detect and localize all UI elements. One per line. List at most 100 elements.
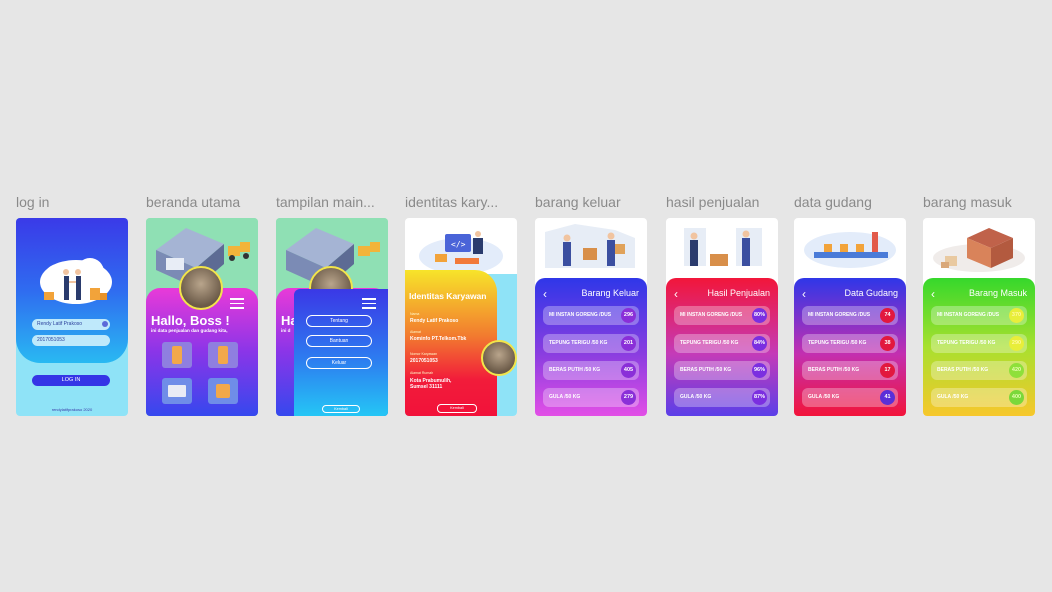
frame-label-login: log in xyxy=(16,194,50,210)
item-label: MI INSTAN GORENG /DUS xyxy=(680,312,743,318)
item-value-badge: 400 xyxy=(1009,390,1024,405)
item-label: TEPUNG TERIGU /50 KG xyxy=(680,340,739,346)
handshake-illustration xyxy=(40,258,112,304)
login-screen: Rendy Latif Prakoso 2017051053 LOG IN re… xyxy=(16,218,128,416)
item-label: BERAS PUTIH /50 KG xyxy=(808,367,860,373)
list-item[interactable]: BERAS PUTIH /50 KG 405 xyxy=(543,361,639,380)
list-item[interactable]: GULA /50 KG 400 xyxy=(931,388,1027,407)
gudang-panel: ‹ Data Gudang MI INSTAN GORENG /DUS 74 TE… xyxy=(794,278,906,416)
item-value-badge: 201 xyxy=(621,336,636,351)
frame-label-menu: tampilan main... xyxy=(276,194,375,210)
item-label: BERAS PUTIH /50 KG xyxy=(680,367,732,373)
item-label: MI INSTAN GORENG /DUS xyxy=(808,312,871,318)
list-item[interactable]: TEPUNG TERIGU /50 KG 201 xyxy=(543,334,639,353)
item-label: MI INSTAN GORENG /DUS xyxy=(549,312,612,318)
menu-item-tentang[interactable]: Tentang xyxy=(306,315,372,327)
item-label: TEPUNG TERIGU /50 KG xyxy=(549,340,608,346)
item-value-badge: 38 xyxy=(880,336,895,351)
masuk-panel: ‹ Barang Masuk MI INSTAN GORENG /DUS 370 … xyxy=(923,278,1035,416)
item-value-badge: 74 xyxy=(880,308,895,323)
frame-label-keluar: barang keluar xyxy=(535,194,621,210)
menu-tile-penjualan[interactable] xyxy=(208,342,238,368)
item-value-badge: 420 xyxy=(1009,363,1024,378)
login-button[interactable]: LOG IN xyxy=(32,375,110,386)
field-label-nama: Nama xyxy=(410,312,420,316)
item-value-badge: 17 xyxy=(880,363,895,378)
item-value-badge: 296 xyxy=(621,308,636,323)
item-label: GULA /50 KG xyxy=(680,394,712,400)
penjualan-title: Hasil Penjualan xyxy=(707,288,770,298)
frame-label-beranda: beranda utama xyxy=(146,194,241,210)
back-arrow-icon[interactable]: ‹ xyxy=(931,287,935,301)
greeting-subtitle: ini data penjualan dan gudang kita, xyxy=(151,328,228,333)
developer-illustration: </> xyxy=(419,231,503,274)
menu-item-bantuan[interactable]: Bantuan xyxy=(306,335,372,347)
field-label-nomor: Nomor Karyawan xyxy=(410,352,438,356)
list-item[interactable]: TEPUNG TERIGU /50 KG 38 xyxy=(802,334,898,353)
list-item[interactable]: GULA /50 KG 279 xyxy=(543,388,639,407)
item-value-badge: 290 xyxy=(1009,336,1024,351)
keluar-title: Barang Keluar xyxy=(581,288,639,298)
frame-label-penjualan: hasil penjualan xyxy=(666,194,760,210)
list-item[interactable]: MI INSTAN GORENG /DUS 370 xyxy=(931,306,1027,325)
data-gudang-screen: ‹ Data Gudang MI INSTAN GORENG /DUS 74 TE… xyxy=(794,218,906,416)
menu-item-keluar[interactable]: Keluar xyxy=(306,357,372,369)
penjualan-panel: ‹ Hasil Penjualan MI INSTAN GORENG /DUS 8… xyxy=(666,278,778,416)
back-arrow-icon[interactable]: ‹ xyxy=(802,287,806,301)
hamburger-menu-icon[interactable] xyxy=(230,298,244,309)
list-item[interactable]: GULA /50 KG 41 xyxy=(802,388,898,407)
beranda-screen: Hallo, Boss ! ini data penjualan dan gud… xyxy=(146,218,258,416)
menu-tile-keluar[interactable] xyxy=(162,342,192,368)
item-label: BERAS PUTIH /50 KG xyxy=(549,367,601,373)
menu-screen: Ha ini d Tentang Bantuan Keluar Kembali xyxy=(276,218,388,416)
field-value-rumah: Kota Prabumulih, Sumsel 31111 xyxy=(410,378,452,390)
item-label: TEPUNG TERIGU /50 KG xyxy=(808,340,867,346)
field-value-nama: Rendy Latif Prakoso xyxy=(410,318,459,324)
barang-keluar-screen: ‹ Barang Keluar MI INSTAN GORENG /DUS 296… xyxy=(535,218,647,416)
side-menu-drawer: Tentang Bantuan Keluar Kembali xyxy=(294,289,388,416)
user-icon xyxy=(102,321,108,327)
username-field[interactable]: Rendy Latif Prakoso xyxy=(32,319,110,330)
conveyor-illustration xyxy=(804,232,896,268)
warehouse-workers-illustration xyxy=(684,228,762,266)
list-item[interactable]: MI INSTAN GORENG /DUS 80% xyxy=(674,306,770,325)
back-arrow-icon[interactable]: ‹ xyxy=(543,287,547,301)
field-label-rumah: Alamat Rumah xyxy=(410,371,434,375)
identitas-title: Identitas Karyawan xyxy=(409,291,487,301)
menu-tile-masuk[interactable] xyxy=(208,378,238,404)
field-value-alamat: Kominfo PT.Telkom.Tbk xyxy=(410,336,467,342)
avatar xyxy=(179,266,223,310)
delivery-illustration xyxy=(545,224,635,268)
hasil-penjualan-screen: ‹ Hasil Penjualan MI INSTAN GORENG /DUS 8… xyxy=(666,218,778,416)
item-label: MI INSTAN GORENG /DUS xyxy=(937,312,1000,318)
list-item[interactable]: GULA /50 KG 87% xyxy=(674,388,770,407)
list-item[interactable]: BERAS PUTIH /50 KG 17 xyxy=(802,361,898,380)
list-item[interactable]: MI INSTAN GORENG /DUS 296 xyxy=(543,306,639,325)
list-item[interactable]: BERAS PUTIH /50 KG 420 xyxy=(931,361,1027,380)
hamburger-menu-icon[interactable] xyxy=(362,298,376,309)
item-value-badge: 96% xyxy=(752,363,767,378)
frame-label-masuk: barang masuk xyxy=(923,194,1012,210)
password-field[interactable]: 2017051053 xyxy=(32,335,110,346)
storehouse-illustration xyxy=(933,228,1025,272)
barang-masuk-screen: ‹ Barang Masuk MI INSTAN GORENG /DUS 370 … xyxy=(923,218,1035,416)
back-button[interactable]: Kembali xyxy=(322,405,360,413)
field-value-nomor: 2017051053 xyxy=(410,358,438,364)
frame-label-gudang: data gudang xyxy=(794,194,872,210)
back-button[interactable]: Kembali xyxy=(437,404,477,413)
masuk-title: Barang Masuk xyxy=(968,288,1027,298)
list-item[interactable]: BERAS PUTIH /50 KG 96% xyxy=(674,361,770,380)
menu-tile-gudang[interactable] xyxy=(162,378,192,404)
list-item[interactable]: TEPUNG TERIGU /50 KG 290 xyxy=(931,334,1027,353)
list-item[interactable]: MI INSTAN GORENG /DUS 74 xyxy=(802,306,898,325)
item-value-badge: 80% xyxy=(752,308,767,323)
login-footer: rendylatifprakoso 2020 xyxy=(51,407,93,412)
keluar-panel: ‹ Barang Keluar MI INSTAN GORENG /DUS 296… xyxy=(535,278,647,416)
greeting-title: Hallo, Boss ! xyxy=(151,313,230,328)
back-arrow-icon[interactable]: ‹ xyxy=(674,287,678,301)
avatar xyxy=(481,340,517,376)
forklift-icon xyxy=(216,384,230,398)
frame-label-identitas: identitas kary... xyxy=(405,194,499,210)
item-label: GULA /50 KG xyxy=(937,394,969,400)
list-item[interactable]: TEPUNG TERIGU /50 KG 84% xyxy=(674,334,770,353)
